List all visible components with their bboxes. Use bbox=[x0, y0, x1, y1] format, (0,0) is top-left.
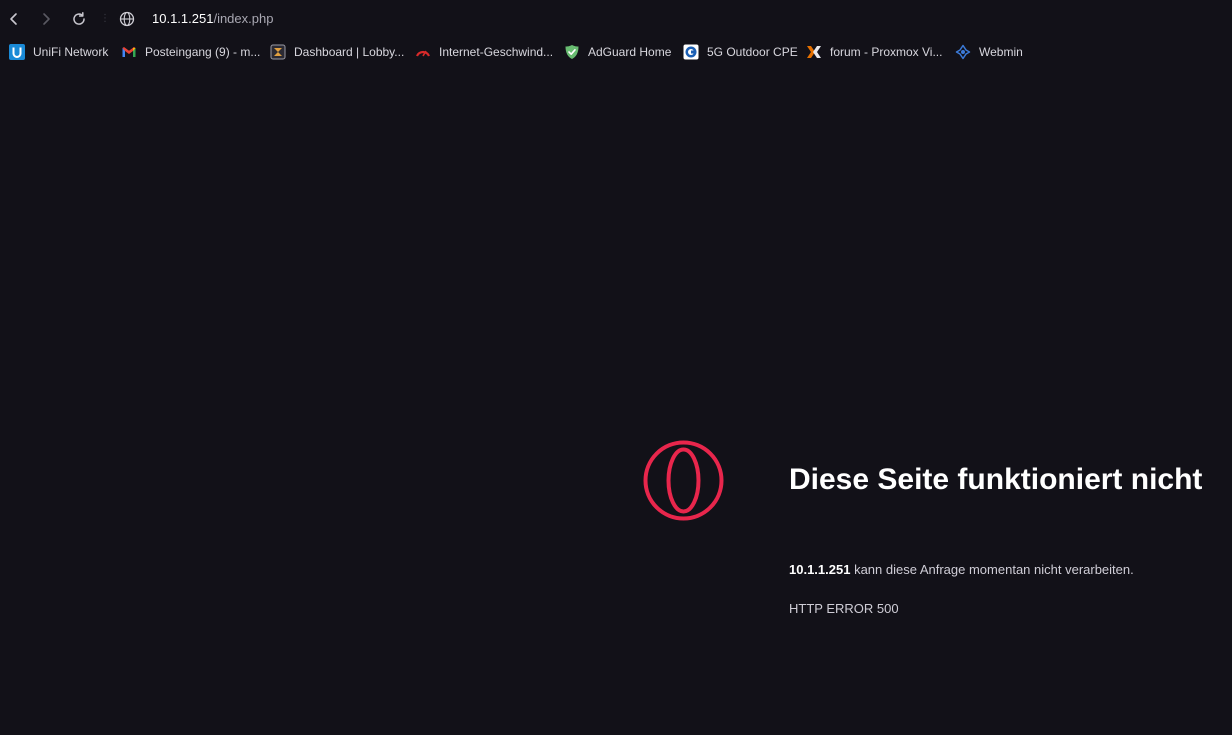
back-button[interactable] bbox=[2, 7, 26, 31]
bookmark-label: Internet-Geschwind... bbox=[439, 45, 554, 59]
gmail-icon bbox=[122, 47, 136, 57]
bookmark-label: AdGuard Home bbox=[588, 45, 672, 59]
unifi-icon bbox=[9, 44, 25, 60]
url-host: 10.1.1.251 bbox=[152, 11, 214, 26]
webmin-icon bbox=[955, 44, 971, 60]
browser-toolbar: ⋮ 10.1.1.251/index.php bbox=[0, 0, 1232, 38]
opera-logo-icon bbox=[643, 440, 724, 521]
bookmark-label: UniFi Network bbox=[33, 45, 109, 59]
url-path: /index.php bbox=[213, 11, 274, 26]
bookmarks-bar: UniFi Network Posteingang (9) - m... Das… bbox=[0, 40, 1232, 64]
bookmark-unifi-network[interactable]: UniFi Network bbox=[9, 40, 108, 64]
error-host: 10.1.1.251 bbox=[789, 562, 851, 577]
proxmox-icon bbox=[807, 46, 821, 58]
site-info-button[interactable] bbox=[118, 10, 136, 28]
bookmark-adguard-home[interactable]: AdGuard Home bbox=[564, 40, 671, 64]
lobby-icon bbox=[270, 44, 286, 60]
error-description: 10.1.1.251 kann diese Anfrage momentan n… bbox=[789, 561, 1134, 579]
bookmark-label: forum - Proxmox Vi... bbox=[830, 45, 943, 59]
bookmark-webmin[interactable]: Webmin bbox=[955, 40, 1023, 64]
error-message: kann diese Anfrage momentan nicht verarb… bbox=[850, 562, 1134, 577]
bookmark-label: Posteingang (9) - m... bbox=[145, 45, 261, 59]
chevron-right-icon bbox=[43, 13, 50, 25]
toolbar-separator: ⋮ bbox=[100, 13, 110, 24]
bookmark-posteingang[interactable]: Posteingang (9) - m... bbox=[121, 40, 260, 64]
address-bar[interactable]: 10.1.1.251/index.php bbox=[152, 10, 273, 28]
chevron-left-icon bbox=[10, 13, 17, 25]
reload-icon bbox=[73, 12, 85, 25]
error-code: HTTP ERROR 500 bbox=[789, 601, 899, 616]
forward-button[interactable] bbox=[34, 7, 58, 31]
bookmark-label: Webmin bbox=[979, 45, 1023, 59]
adguard-shield-icon bbox=[565, 45, 579, 59]
bookmark-label: Dashboard | Lobby... bbox=[294, 45, 405, 59]
globe-icon bbox=[119, 11, 135, 27]
bookmark-forum-proxmox[interactable]: forum - Proxmox Vi... bbox=[806, 40, 942, 64]
speedometer-icon bbox=[415, 50, 431, 57]
bookmark-label: 5G Outdoor CPE bbox=[707, 45, 798, 59]
bookmark-internet-geschwindigkeit[interactable]: Internet-Geschwind... bbox=[415, 40, 553, 64]
error-title: Diese Seite funktioniert nicht bbox=[789, 463, 1203, 496]
cpe-icon bbox=[683, 44, 699, 60]
reload-button[interactable] bbox=[67, 7, 91, 31]
bookmark-5g-outdoor-cpe[interactable]: 5G Outdoor CPE bbox=[683, 40, 798, 64]
bookmark-dashboard-lobby[interactable]: Dashboard | Lobby... bbox=[270, 40, 404, 64]
